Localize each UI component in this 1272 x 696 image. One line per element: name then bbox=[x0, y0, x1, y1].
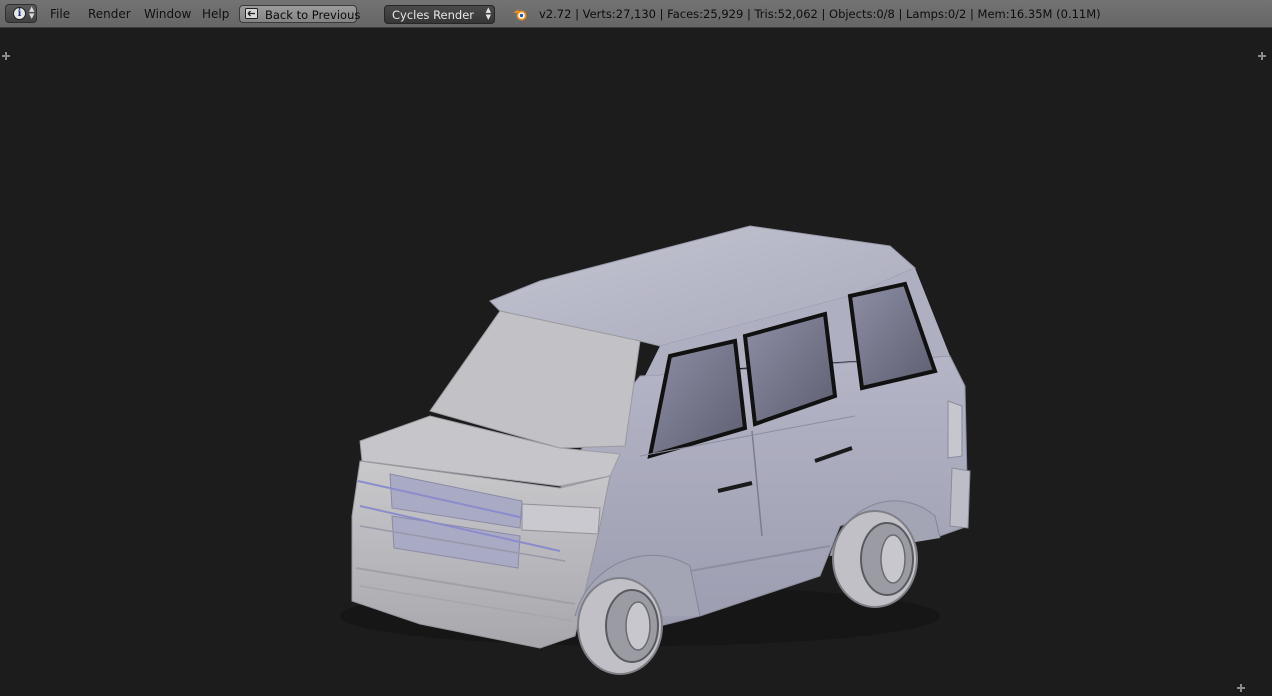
up-down-arrows-icon: ▲ ▼ bbox=[29, 5, 35, 20]
menu-window[interactable]: Window bbox=[144, 7, 191, 21]
blender-window: i ▲ ▼ File Render Window Help Back to Pre… bbox=[0, 0, 1272, 696]
blender-logo-icon bbox=[513, 9, 527, 21]
back-to-previous-label: Back to Previous bbox=[265, 8, 361, 22]
scene-statistics: v2.72 | Verts:27,130 | Faces:25,929 | Tr… bbox=[539, 7, 1101, 21]
info-icon: i bbox=[13, 7, 26, 20]
menu-file[interactable]: File bbox=[50, 7, 70, 21]
up-down-arrows-icon: ▲ ▼ bbox=[485, 6, 491, 21]
render-engine-select[interactable]: Cycles Render ▲ ▼ bbox=[384, 5, 495, 24]
car-model-render bbox=[340, 225, 971, 675]
back-screen-icon bbox=[245, 8, 258, 19]
menu-help[interactable]: Help bbox=[202, 7, 229, 21]
editor-type-selector[interactable]: i ▲ ▼ bbox=[5, 4, 37, 23]
3d-viewport[interactable] bbox=[0, 28, 1272, 696]
render-engine-value: Cycles Render bbox=[392, 8, 475, 22]
back-to-previous-button[interactable]: Back to Previous bbox=[239, 5, 361, 23]
menu-render[interactable]: Render bbox=[88, 7, 131, 21]
info-header: i ▲ ▼ File Render Window Help Back to Pre… bbox=[0, 0, 1272, 28]
